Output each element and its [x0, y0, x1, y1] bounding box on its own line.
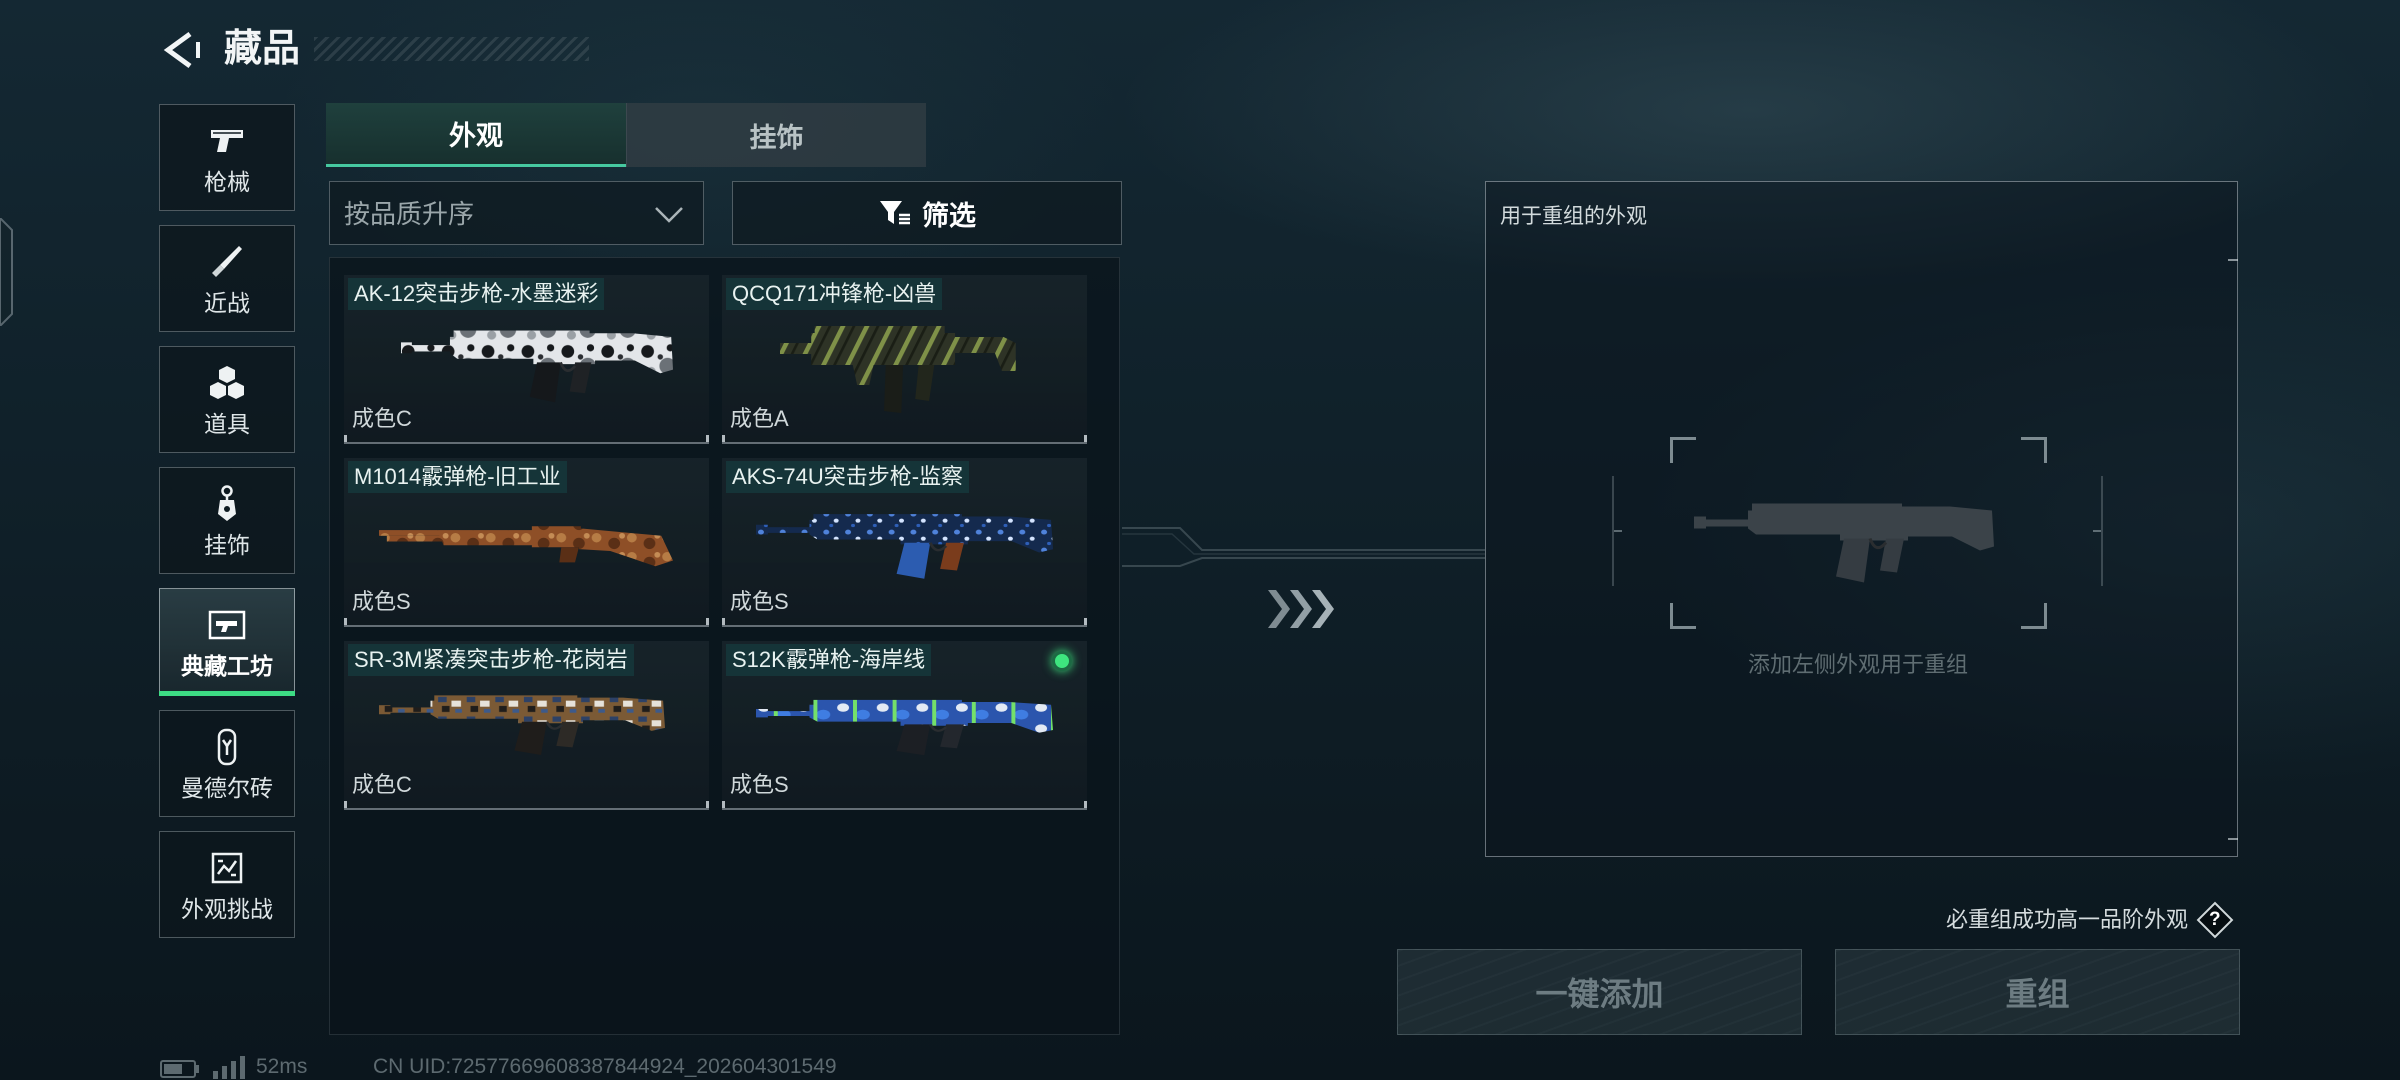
skin-grade: 成色S — [730, 772, 789, 797]
skin-grade: 成色C — [352, 772, 412, 797]
card-corner-tick — [706, 618, 709, 625]
card-corner-tick — [706, 801, 709, 808]
skin-card[interactable]: M1014霰弹枪-旧工业 成色S — [344, 458, 709, 627]
skin-name: QCQ171冲锋枪-凶兽 — [726, 278, 943, 310]
filter-button[interactable]: 筛选 — [732, 181, 1122, 245]
skin-card[interactable]: S12K霰弹枪-海岸线 成色S — [722, 641, 1087, 810]
aks74u-rifle-image — [756, 492, 1053, 582]
pistol-icon — [207, 121, 247, 161]
selected-indicator — [159, 691, 295, 696]
ping-readout: 52ms — [256, 1055, 308, 1078]
skin-card[interactable]: SR-3M紧凑突击步枪-花岗岩 成色C — [344, 641, 709, 810]
sidebar-item-label: 曼德尔砖 — [181, 774, 273, 801]
signal-icon — [213, 1056, 245, 1079]
equipped-status-dot — [1052, 651, 1072, 671]
sidebar-item-mandel-brick[interactable]: 曼德尔砖 — [159, 710, 295, 817]
chevron-down-icon — [655, 207, 683, 223]
frame-corner-bracket — [2021, 603, 2047, 629]
frame-corner-bracket — [1670, 603, 1696, 629]
battery-icon — [160, 1060, 199, 1078]
help-icon: ? — [2209, 908, 2221, 930]
ak12-rifle-image — [401, 306, 673, 406]
card-corner-tick — [344, 618, 347, 625]
tab-charms[interactable]: 挂饰 — [626, 103, 926, 167]
s12k-shotgun-image — [756, 681, 1053, 758]
title-stripes-decoration — [314, 37, 589, 61]
edge-hex-decoration — [0, 218, 13, 326]
frame-side-mark — [1614, 530, 1622, 532]
skin-grade: 成色S — [352, 589, 411, 614]
add-all-button[interactable]: 一键添加 — [1397, 949, 1802, 1035]
reforge-button[interactable]: 重组 — [1835, 949, 2240, 1035]
card-corner-tick — [706, 435, 709, 442]
skin-name: M1014霰弹枪-旧工业 — [348, 461, 567, 493]
placeholder-rifle-icon — [1694, 474, 1994, 589]
frame-side-mark — [2093, 530, 2101, 532]
reforge-empty-hint: 添加左侧外观用于重组 — [1747, 652, 1968, 677]
user-uid: CN UID:72577669608387844924_202604301549 — [373, 1055, 837, 1078]
help-button[interactable]: ? — [2196, 901, 2234, 939]
sidebar-item-label: 枪械 — [204, 168, 250, 195]
qcq171-smg-image — [780, 303, 1040, 413]
sidebar-item-label: 外观挑战 — [181, 895, 273, 922]
skin-card[interactable]: AK-12突击步枪-水墨迷彩 成色C — [344, 275, 709, 444]
sr3m-rifle-image — [379, 675, 665, 758]
card-corner-tick — [722, 435, 725, 442]
filter-label: 筛选 — [922, 200, 976, 231]
skin-name: SR-3M紧凑突击步枪-花岗岩 — [348, 644, 634, 676]
chevrons-right-icon — [1268, 590, 1334, 628]
workshop-frame-icon — [207, 605, 247, 645]
card-corner-tick — [1084, 618, 1087, 625]
sidebar-item-guns[interactable]: 枪械 — [159, 104, 295, 211]
tab-skins[interactable]: 外观 — [326, 103, 626, 167]
sort-dropdown[interactable]: 按品质升序 — [329, 181, 704, 245]
skin-grade: 成色C — [352, 406, 412, 431]
filter-icon — [880, 201, 910, 225]
card-corner-tick — [1084, 435, 1087, 442]
sidebar-item-props[interactable]: 道具 — [159, 346, 295, 453]
panel-edge-mark — [2228, 259, 2238, 261]
m1014-shotgun-image — [379, 513, 673, 570]
skin-grade: 成色S — [730, 589, 789, 614]
skin-challenge-icon — [207, 848, 247, 888]
reforge-panel-title: 用于重组的外观 — [1500, 205, 1647, 228]
sidebar-item-skin-challenge[interactable]: 外观挑战 — [159, 831, 295, 938]
skin-card[interactable]: AKS-74U突击步枪-监察 成色S — [722, 458, 1087, 627]
sidebar-item-melee[interactable]: 近战 — [159, 225, 295, 332]
knife-icon — [207, 242, 247, 282]
mandel-brick-icon — [207, 727, 247, 767]
card-corner-tick — [344, 801, 347, 808]
skin-grade: 成色A — [730, 406, 789, 431]
sidebar-item-label: 近战 — [204, 289, 250, 316]
connector-lines — [1122, 527, 1485, 567]
reforge-slot-panel[interactable]: 用于重组的外观 添加左侧外观用于重组 — [1485, 181, 2238, 857]
sidebar-item-charms[interactable]: 挂饰 — [159, 467, 295, 574]
sidebar-item-label: 挂饰 — [204, 531, 250, 558]
page-title: 藏品 — [224, 28, 301, 70]
back-arrow-icon[interactable] — [160, 30, 200, 70]
sidebar-item-label: 典藏工坊 — [181, 652, 273, 679]
skin-name: AK-12突击步枪-水墨迷彩 — [348, 278, 605, 310]
frame-corner-bracket — [2021, 437, 2047, 463]
frame-side-line — [2101, 476, 2103, 586]
card-corner-tick — [1084, 801, 1087, 808]
frame-corner-bracket — [1670, 437, 1696, 463]
card-corner-tick — [344, 435, 347, 442]
sidebar-item-label: 道具 — [204, 410, 250, 437]
keychain-icon — [207, 484, 247, 524]
reforge-guarantee-note: 必重组成功高一品阶外观 — [1945, 907, 2188, 932]
panel-edge-mark — [2228, 838, 2238, 840]
cubes-icon — [207, 363, 247, 403]
sidebar-item-workshop[interactable]: 典藏工坊 — [159, 588, 295, 696]
skin-card[interactable]: QCQ171冲锋枪-凶兽 成色A — [722, 275, 1087, 444]
card-corner-tick — [722, 618, 725, 625]
sort-selected-value: 按品质升序 — [344, 199, 475, 229]
card-corner-tick — [722, 801, 725, 808]
skin-name: AKS-74U突击步枪-监察 — [726, 461, 970, 493]
tab-bar: 外观 挂饰 — [326, 103, 926, 167]
skin-name: S12K霰弹枪-海岸线 — [726, 644, 932, 676]
